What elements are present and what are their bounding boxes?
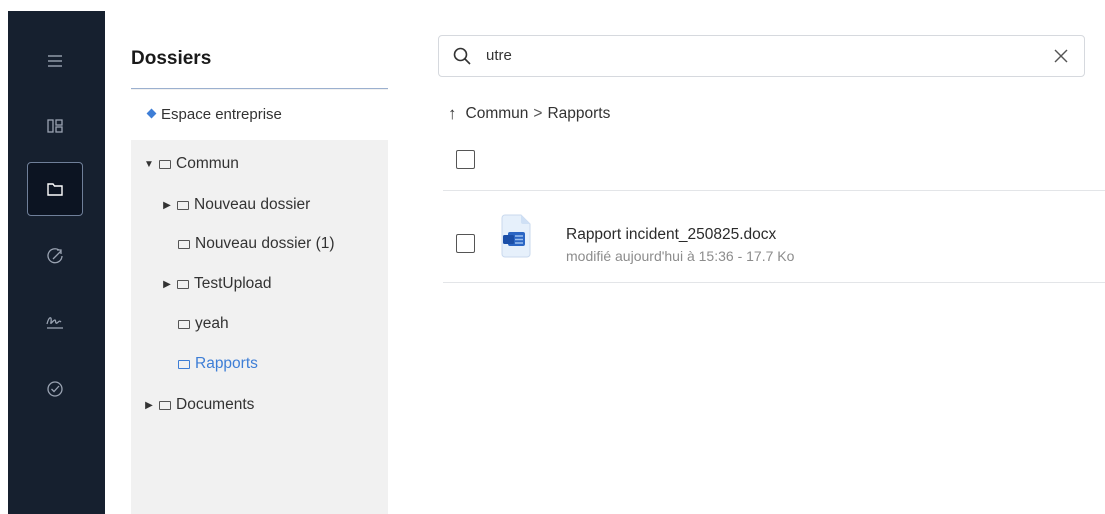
tree-item-rapports[interactable]: Rapports xyxy=(178,353,258,375)
tree-item-label: Nouveau dossier xyxy=(194,196,311,213)
close-icon[interactable] xyxy=(1052,47,1070,65)
folder-icon xyxy=(178,359,190,369)
folder-icon xyxy=(177,279,189,289)
dashboard-icon xyxy=(47,119,63,133)
word-document-icon xyxy=(501,214,531,258)
select-all-checkbox[interactable] xyxy=(456,150,475,169)
tree-item-nouveau-dossier[interactable]: ▶ Nouveau dossier xyxy=(161,194,310,216)
tree-item-testupload[interactable]: ▶ TestUpload xyxy=(161,273,272,295)
breadcrumb-separator: > xyxy=(533,105,543,122)
search-icon xyxy=(453,47,471,65)
share-nav-button[interactable] xyxy=(27,229,83,283)
tree-item-documents[interactable]: ▶ Documents xyxy=(143,394,254,416)
tree-item-commun[interactable]: ▼ Commun xyxy=(143,153,239,175)
menu-icon xyxy=(48,55,62,67)
menu-button[interactable] xyxy=(27,34,83,88)
folders-header: Dossiers xyxy=(131,11,388,89)
space-label: Espace entreprise xyxy=(161,106,282,123)
tree-item-nouveau-dossier-1[interactable]: Nouveau dossier (1) xyxy=(178,233,335,255)
page: Dossiers Espace entreprise ▼ Commun ▶ No… xyxy=(0,0,1105,514)
breadcrumb-parent[interactable]: Commun xyxy=(466,105,529,123)
caret-right-icon[interactable]: ▶ xyxy=(161,279,173,290)
caret-right-icon[interactable]: ▶ xyxy=(143,400,155,411)
tree-item-label: Documents xyxy=(176,396,255,413)
folders-title: Dossiers xyxy=(131,48,212,69)
tasks-nav-button[interactable] xyxy=(27,362,83,416)
tree-item-label: Nouveau dossier (1) xyxy=(195,235,335,252)
folder-icon xyxy=(47,183,63,196)
caret-down-icon[interactable]: ▼ xyxy=(143,159,155,170)
caret-right-icon[interactable]: ▶ xyxy=(161,200,173,211)
tree-item-label: Rapports xyxy=(195,355,258,372)
tree-item-yeah[interactable]: yeah xyxy=(178,313,229,335)
divider xyxy=(443,282,1105,283)
divider xyxy=(443,190,1105,191)
file-name[interactable]: Rapport incident_250825.docx xyxy=(566,226,776,244)
breadcrumb-current: Rapports xyxy=(547,105,611,122)
folder-icon xyxy=(159,159,171,169)
breadcrumb: ↑ Commun > Rapports xyxy=(448,104,610,124)
diamond-icon xyxy=(146,108,157,119)
tree-item-label: TestUpload xyxy=(194,275,272,292)
tree-item-label: Commun xyxy=(176,155,239,172)
signature-nav-button[interactable] xyxy=(27,294,83,348)
folders-panel: Dossiers Espace entreprise ▼ Commun ▶ No… xyxy=(131,11,388,514)
up-arrow-icon[interactable]: ↑ xyxy=(448,104,457,124)
search-input[interactable]: utre xyxy=(486,47,512,64)
folder-icon xyxy=(177,200,189,210)
file-meta: modifié aujourd'hui à 15:36 - 17.7 Ko xyxy=(566,248,795,264)
nav-rail xyxy=(8,11,105,514)
folder-icon xyxy=(159,400,171,410)
folder-icon xyxy=(178,239,190,249)
space-item-entreprise[interactable]: Espace entreprise xyxy=(131,90,388,140)
share-icon xyxy=(47,248,63,264)
tree-item-label: yeah xyxy=(195,315,229,332)
folder-icon xyxy=(178,319,190,329)
check-circle-icon xyxy=(47,381,63,397)
search-bar[interactable]: utre xyxy=(438,35,1085,77)
dashboard-nav-button[interactable] xyxy=(27,99,83,153)
signature-icon xyxy=(46,317,63,329)
folders-nav-button[interactable] xyxy=(27,162,83,216)
file-checkbox[interactable] xyxy=(456,234,475,253)
